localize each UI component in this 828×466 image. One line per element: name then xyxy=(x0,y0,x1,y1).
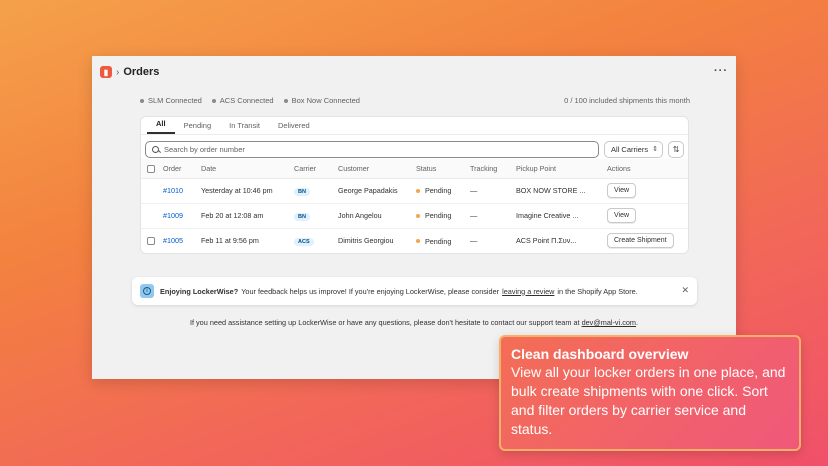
tracking-value: — xyxy=(470,178,516,204)
tab-all[interactable]: All xyxy=(147,119,175,134)
create-shipment-button[interactable]: Create Shipment xyxy=(607,233,674,249)
column-header-actions: Actions xyxy=(607,159,688,179)
search-icon xyxy=(152,145,159,153)
column-header-order: Order xyxy=(163,159,201,179)
view-button[interactable]: View xyxy=(607,208,637,223)
order-link[interactable]: #1010 xyxy=(163,186,183,195)
status-badge: Pending xyxy=(416,186,451,195)
customer-name: Dimitris Georgiou xyxy=(338,236,394,246)
orders-card: All Pending In Transit Delivered All Car… xyxy=(140,116,689,254)
search-row: All Carriers ⇕ ⇅ xyxy=(141,135,688,159)
table-row[interactable]: #1010 Yesterday at 10:46 pm BN George Pa… xyxy=(141,178,688,204)
connection-boxnow: Box Now Connected xyxy=(283,96,360,105)
callout-body: View all your locker orders in one place… xyxy=(511,364,786,437)
row-checkbox[interactable] xyxy=(147,237,155,246)
banner-text: Your feedback helps us improve! If you'r… xyxy=(241,286,500,296)
order-date: Yesterday at 10:46 pm xyxy=(201,178,294,204)
order-link[interactable]: #1005 xyxy=(163,236,183,245)
support-email-link[interactable]: dev@mal-vi.com xyxy=(582,318,636,327)
carrier-badge: ACS xyxy=(294,237,314,246)
carrier-badge: BN xyxy=(294,187,310,196)
order-link[interactable]: #1009 xyxy=(163,211,183,220)
app-window: ▮ › Orders ··· SLM Connected ACS Connect… xyxy=(92,56,736,379)
banner-text-after: in the Shopify App Store. xyxy=(557,286,638,296)
connection-slm: SLM Connected xyxy=(140,96,202,105)
tracking-value: — xyxy=(470,236,478,246)
status-badge: Pending xyxy=(416,237,451,246)
carrier-filter-select[interactable]: All Carriers ⇕ xyxy=(604,140,664,158)
sort-icon: ⇅ xyxy=(672,144,680,154)
connection-status-row: SLM Connected ACS Connected Box Now Conn… xyxy=(140,96,690,105)
pending-dot-icon xyxy=(416,213,420,218)
order-tabs: All Pending In Transit Delivered xyxy=(141,117,688,135)
status-dot-icon xyxy=(211,98,216,103)
orders-table: Order Date Carrier Customer Status Track… xyxy=(141,159,688,253)
sort-button[interactable]: ⇅ xyxy=(668,140,684,158)
feature-callout: Clean dashboard overview View all your l… xyxy=(499,335,801,451)
status-dot-icon xyxy=(140,98,144,103)
status-dot-icon xyxy=(283,98,288,103)
page-title: Orders xyxy=(123,66,160,78)
status-badge: Pending xyxy=(416,211,451,220)
column-header-carrier: Carrier xyxy=(294,159,338,179)
tab-pending[interactable]: Pending xyxy=(175,121,221,134)
table-row[interactable]: #1005 Feb 11 at 9:56 pm ACS Dimitris Geo… xyxy=(141,228,688,253)
table-row[interactable]: #1009 Feb 20 at 12:08 am BN John Angelou… xyxy=(141,203,688,229)
close-icon[interactable]: ✕ xyxy=(681,285,689,296)
table-header-row: Order Date Carrier Customer Status Track… xyxy=(141,159,688,179)
pickup-point: ACS Point Π.Συν... xyxy=(516,236,577,246)
carrier-badge: BN xyxy=(294,212,310,221)
review-banner: i Enjoying LockerWise? Your feedback hel… xyxy=(132,277,697,305)
lockerwise-logo-icon[interactable]: ▮ xyxy=(100,66,112,78)
pickup-point: BOX NOW STORE ... xyxy=(516,178,607,204)
column-header-status: Status xyxy=(416,159,470,179)
search-box[interactable] xyxy=(145,140,599,158)
select-all-checkbox[interactable] xyxy=(147,164,155,173)
tab-in-transit[interactable]: In Transit xyxy=(220,121,269,134)
pending-dot-icon xyxy=(416,239,420,243)
review-link[interactable]: leaving a review xyxy=(502,287,554,296)
search-input[interactable] xyxy=(164,144,564,154)
shipment-quota: 0 / 100 included shipments this month xyxy=(564,96,690,105)
more-actions-button[interactable]: ··· xyxy=(714,65,728,77)
column-header-date: Date xyxy=(201,159,294,179)
info-icon: i xyxy=(140,284,154,298)
support-note: If you need assistance setting up Locker… xyxy=(189,318,639,327)
chevron-updown-icon: ⇕ xyxy=(652,146,658,153)
customer-name: George Papadakis xyxy=(338,178,416,204)
tab-delivered[interactable]: Delivered xyxy=(269,121,319,134)
topbar: ▮ › Orders ··· xyxy=(100,64,728,80)
column-header-tracking: Tracking xyxy=(470,159,516,179)
view-button[interactable]: View xyxy=(607,183,637,198)
order-date: Feb 20 at 12:08 am xyxy=(201,203,294,229)
connection-acs: ACS Connected xyxy=(211,96,274,105)
column-header-customer: Customer xyxy=(338,159,416,179)
customer-name: John Angelou xyxy=(338,203,416,229)
column-header-pickup: Pickup Point xyxy=(516,159,607,179)
order-date: Feb 11 at 9:56 pm xyxy=(201,236,259,246)
pickup-point: Imagine Creative ... xyxy=(516,203,607,229)
callout-title: Clean dashboard overview xyxy=(511,346,689,362)
tracking-value: — xyxy=(470,203,516,229)
chevron-right-icon: › xyxy=(116,66,120,78)
banner-title: Enjoying LockerWise? xyxy=(160,286,239,296)
pending-dot-icon xyxy=(416,188,420,193)
